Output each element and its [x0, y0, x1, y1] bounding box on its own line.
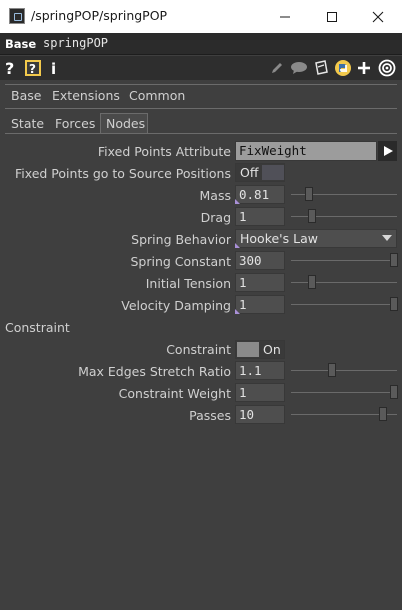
minimize-button[interactable]: [262, 0, 308, 33]
max-edges-stretch-ratio-label: Max Edges Stretch Ratio: [78, 364, 231, 379]
max-edges-stretch-ratio-value: 1.1: [239, 363, 262, 378]
velocity-damping-slider-knob[interactable]: [390, 297, 398, 311]
spring-constant-value: 300: [239, 253, 262, 268]
svg-text:i: i: [51, 60, 56, 77]
target-icon[interactable]: [377, 59, 397, 77]
constraint-label: Constraint: [166, 342, 231, 357]
mass-value: 0.81: [239, 187, 270, 202]
spring-constant-slider-knob[interactable]: [390, 253, 398, 267]
velocity-damping-field[interactable]: 1: [235, 295, 285, 314]
spring-constant-label: Spring Constant: [130, 254, 231, 269]
mass-field[interactable]: 0.81: [235, 185, 285, 204]
initial-tension-slider-track[interactable]: [291, 282, 397, 283]
comment-icon[interactable]: [290, 59, 308, 77]
op-header: Base springPOP: [0, 33, 402, 55]
svg-text:?: ?: [5, 59, 14, 77]
close-button[interactable]: [355, 0, 401, 33]
fixed-points-attribute-field[interactable]: FixWeight: [235, 141, 377, 161]
toggle-value: On: [263, 342, 281, 357]
dropdown-arrow-icon: [382, 235, 392, 241]
drag-field[interactable]: 1: [235, 207, 285, 226]
constraint-weight-label: Constraint Weight: [118, 386, 231, 401]
fixed-points-attribute-value: FixWeight: [239, 143, 307, 158]
toggle-knob: [237, 342, 259, 357]
fixed-points-source-label: Fixed Points go to Source Positions: [14, 166, 231, 181]
drag-value: 1: [239, 209, 247, 224]
toggle-knob: [262, 165, 284, 180]
clipboard-icon[interactable]: [312, 59, 330, 77]
constraint-weight-slider-knob[interactable]: [390, 385, 398, 399]
passes-label: Passes: [189, 408, 231, 423]
constraint-weight-field[interactable]: 1: [235, 383, 285, 402]
window-title: /springPOP/springPOP: [31, 8, 168, 23]
initial-tension-label: Initial Tension: [145, 276, 231, 291]
velocity-damping-label: Velocity Damping: [121, 298, 231, 313]
tab-nodes[interactable]: Nodes: [106, 116, 145, 131]
pencil-icon[interactable]: [269, 59, 285, 77]
constraint-toggle[interactable]: On: [235, 340, 285, 359]
toggle-value: Off: [240, 165, 259, 180]
separator: [5, 108, 397, 109]
window-titlebar: /springPOP/springPOP: [0, 0, 402, 33]
python-icon[interactable]: [334, 59, 352, 77]
toolbar: ? ? i: [0, 56, 402, 80]
fixed-points-attribute-label: Fixed Points Attribute: [97, 144, 231, 159]
tab-extensions[interactable]: Extensions: [52, 88, 120, 103]
help-icon[interactable]: ?: [4, 59, 18, 77]
spring-behavior-value: Hooke's Law: [240, 231, 318, 246]
maximize-button[interactable]: [309, 0, 355, 33]
passes-field[interactable]: 10: [235, 405, 285, 424]
drag-slider-knob[interactable]: [308, 209, 316, 223]
close-icon: [372, 11, 384, 22]
initial-tension-field[interactable]: 1: [235, 273, 285, 292]
tab-common[interactable]: Common: [129, 88, 185, 103]
separator: [5, 84, 397, 85]
constraint-weight-value: 1: [239, 385, 247, 400]
max-edges-stretch-ratio-slider-knob[interactable]: [328, 363, 336, 377]
fixed-points-source-toggle[interactable]: Off: [235, 163, 285, 182]
op-name[interactable]: springPOP: [43, 36, 108, 50]
play-arrow-icon: [383, 146, 393, 156]
drag-label: Drag: [200, 210, 231, 225]
op-type-label: Base: [5, 37, 37, 51]
velocity-damping-value: 1: [239, 297, 247, 312]
mass-slider-knob[interactable]: [305, 187, 313, 201]
separator: [5, 133, 397, 134]
max-edges-stretch-ratio-slider-track[interactable]: [291, 370, 397, 371]
app-icon: [9, 8, 25, 24]
python-help-icon[interactable]: ?: [24, 59, 42, 77]
spring-constant-field[interactable]: 300: [235, 251, 285, 270]
constraint-weight-slider-track[interactable]: [291, 392, 397, 393]
mass-label: Mass: [199, 188, 231, 203]
velocity-damping-slider-track[interactable]: [291, 304, 397, 305]
constraint-section-title: Constraint: [5, 320, 70, 335]
maximize-icon: [327, 11, 337, 22]
svg-text:?: ?: [29, 62, 36, 76]
tab-forces[interactable]: Forces: [55, 116, 95, 131]
initial-tension-value: 1: [239, 275, 247, 290]
drag-slider-track[interactable]: [291, 216, 397, 217]
passes-value: 10: [239, 407, 255, 422]
spring-constant-slider-track[interactable]: [291, 260, 397, 261]
tab-base[interactable]: Base: [11, 88, 41, 103]
spring-behavior-dropdown[interactable]: Hooke's Law: [235, 229, 397, 248]
spring-behavior-label: Spring Behavior: [131, 232, 231, 247]
passes-slider-knob[interactable]: [379, 407, 387, 421]
initial-tension-slider-knob[interactable]: [308, 275, 316, 289]
info-icon[interactable]: i: [50, 59, 60, 77]
attribute-menu-button[interactable]: [378, 141, 397, 161]
max-edges-stretch-ratio-field[interactable]: 1.1: [235, 361, 285, 380]
tab-state[interactable]: State: [11, 116, 44, 131]
minimize-icon: [280, 16, 290, 17]
plus-icon[interactable]: [356, 59, 372, 77]
